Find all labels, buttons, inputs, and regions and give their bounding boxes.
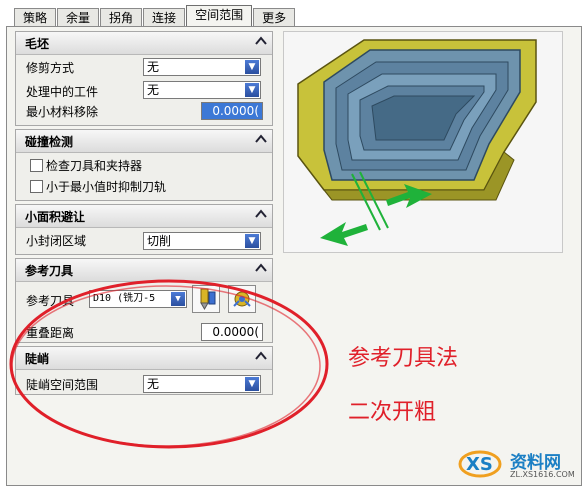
display-tool-button[interactable] xyxy=(228,285,256,313)
tab-connections[interactable]: 连接 xyxy=(143,8,186,26)
tab-stock[interactable]: 余量 xyxy=(57,8,100,26)
steep-range-label: 陡峭空间范围 xyxy=(26,378,99,392)
steep-range-value: 无 xyxy=(147,377,160,391)
section-title: 毛坯 xyxy=(25,37,50,51)
overlap-distance-input[interactable]: 0.0000( xyxy=(201,323,263,341)
small-closed-value: 切削 xyxy=(147,234,172,248)
section-title: 参考刀具 xyxy=(25,264,74,278)
chevron-up-icon[interactable] xyxy=(253,349,269,365)
tab-strategy[interactable]: 策略 xyxy=(14,8,57,26)
reference-tool-label: 参考刀具 xyxy=(26,294,75,308)
chevron-down-icon[interactable]: ▼ xyxy=(171,292,185,306)
section-header-blank[interactable]: 毛坯 xyxy=(16,32,272,55)
annotation-line-2: 二次开粗 xyxy=(348,400,437,425)
part-illustration xyxy=(297,39,537,246)
chevron-up-icon[interactable] xyxy=(253,261,269,277)
logo-mark-icon: XS xyxy=(458,450,502,478)
small-closed-select[interactable]: 切削 ▼ xyxy=(143,232,261,250)
check-holder-checkbox[interactable]: 检查刀具和夹持器 xyxy=(30,157,142,174)
edit-tool-button[interactable] xyxy=(192,285,220,313)
check-holder-label: 检查刀具和夹持器 xyxy=(46,159,143,173)
tab-bar: 策略 余量 拐角 连接 空间范围 更多 xyxy=(14,5,296,27)
section-header-small-area[interactable]: 小面积避让 xyxy=(16,205,272,228)
chevron-down-icon[interactable]: ▼ xyxy=(245,83,259,97)
ipw-label: 处理中的工件 xyxy=(26,85,99,99)
tab-containment[interactable]: 空间范围 xyxy=(186,5,253,26)
chevron-up-icon[interactable] xyxy=(253,207,269,223)
ipw-select[interactable]: 无 ▼ xyxy=(143,81,261,99)
min-removal-input[interactable]: 0.0000( xyxy=(201,102,263,120)
reference-tool-select[interactable]: D10 (铣刀-5 ▼ xyxy=(89,290,187,308)
display-tool-icon xyxy=(233,291,251,307)
min-removal-label: 最小材料移除 xyxy=(26,105,99,119)
edit-tool-icon xyxy=(200,288,216,310)
watermark-url: ZL.XS1616.COM xyxy=(510,470,575,479)
section-collision: 碰撞检测 检查刀具和夹持器 小于最小值时抑制刀轨 xyxy=(15,129,273,201)
svg-text:XS: XS xyxy=(466,454,493,475)
chevron-down-icon[interactable]: ▼ xyxy=(245,234,259,248)
settings-column: 毛坯 修剪方式 无 ▼ 处理中的工件 无 ▼ 最小材料移除 0.0000(碰撞… xyxy=(15,31,273,398)
section-header-reference-tool[interactable]: 参考刀具 xyxy=(16,259,272,282)
steep-range-select[interactable]: 无 ▼ xyxy=(143,375,261,393)
trim-method-label: 修剪方式 xyxy=(26,61,75,75)
chevron-up-icon[interactable] xyxy=(253,132,269,148)
suppress-toolpath-checkbox[interactable]: 小于最小值时抑制刀轨 xyxy=(30,178,166,195)
chevron-up-icon[interactable] xyxy=(253,34,269,50)
trim-method-select[interactable]: 无 ▼ xyxy=(143,58,261,76)
checkbox-box[interactable] xyxy=(30,180,43,193)
section-header-steep[interactable]: 陡峭 xyxy=(16,347,272,370)
section-reference-tool: 参考刀具 参考刀具 D10 (铣刀-5 ▼ 重叠距离 0.0000( xyxy=(15,258,273,343)
watermark-logo: XS 资料网 ZL.XS1616.COM xyxy=(456,442,584,484)
section-title: 碰撞检测 xyxy=(25,135,74,149)
chevron-down-icon[interactable]: ▼ xyxy=(245,60,259,74)
checkbox-box[interactable] xyxy=(30,159,43,172)
annotation-line-1: 参考刀具法 xyxy=(348,346,459,371)
section-header-collision[interactable]: 碰撞检测 xyxy=(16,130,272,153)
suppress-label: 小于最小值时抑制刀轨 xyxy=(46,180,167,194)
section-steep: 陡峭 陡峭空间范围 无 ▼ xyxy=(15,346,273,395)
section-blank: 毛坯 修剪方式 无 ▼ 处理中的工件 无 ▼ 最小材料移除 0.0000( xyxy=(15,31,273,126)
trim-method-value: 无 xyxy=(147,60,160,74)
overlap-distance-label: 重叠距离 xyxy=(26,326,75,340)
ipw-value: 无 xyxy=(147,83,160,97)
tab-corners[interactable]: 拐角 xyxy=(100,8,143,26)
small-closed-label: 小封闭区域 xyxy=(26,234,87,248)
tab-more[interactable]: 更多 xyxy=(253,8,296,26)
section-title: 小面积避让 xyxy=(25,210,86,224)
section-small-area: 小面积避让 小封闭区域 切削 ▼ xyxy=(15,204,273,255)
reference-tool-value: D10 (铣刀-5 xyxy=(93,293,156,304)
chevron-down-icon[interactable]: ▼ xyxy=(245,377,259,391)
section-title: 陡峭 xyxy=(25,352,50,366)
containment-preview-image xyxy=(283,31,563,253)
